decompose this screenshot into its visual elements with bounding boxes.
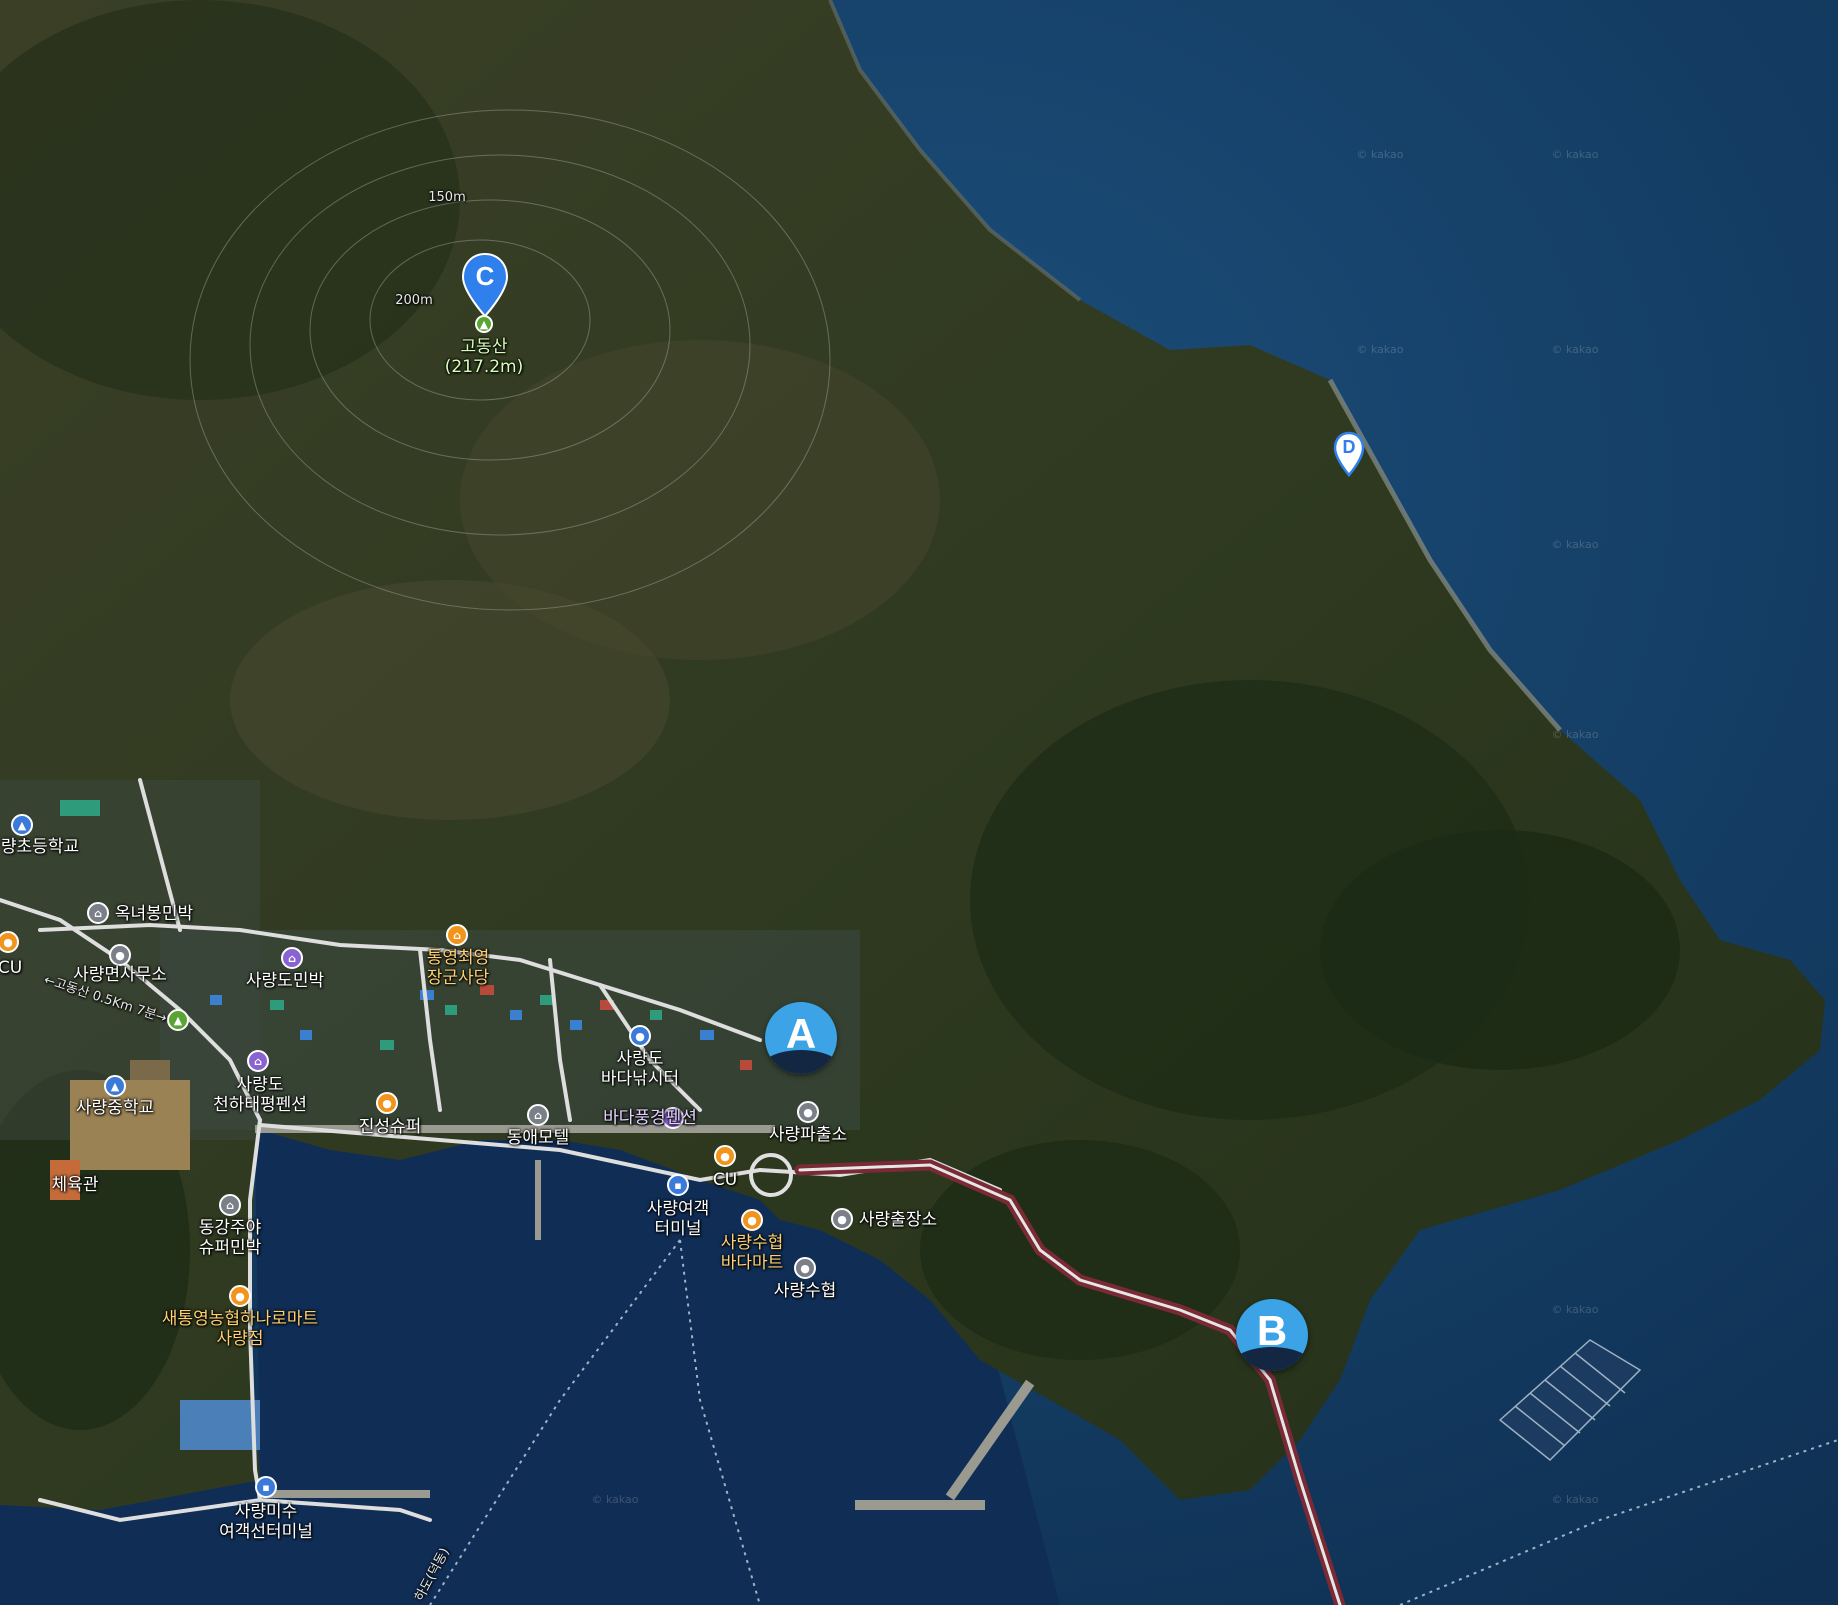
police-icon[interactable]: ●: [797, 1101, 819, 1123]
label-misu-terminal-1[interactable]: 사량미수: [235, 1502, 298, 1522]
lodging-icon[interactable]: ⌂: [87, 902, 109, 924]
office-icon[interactable]: ●: [109, 944, 131, 966]
label-tongyeong-shrine-1[interactable]: 통영최영: [427, 948, 490, 968]
label-tongyeong-shrine-2: 장군사당: [426, 968, 490, 988]
store-icon[interactable]: ●: [376, 1092, 398, 1114]
office-icon[interactable]: ●: [831, 1208, 853, 1230]
store-icon[interactable]: ●: [714, 1145, 736, 1167]
watermark: © kakao: [1551, 343, 1599, 356]
watermark: © kakao: [1551, 538, 1599, 551]
marker-d[interactable]: D: [1333, 431, 1365, 477]
label-heaven-pension-2: 천하태평펜션: [213, 1095, 307, 1115]
label-middle-school[interactable]: 사량중학교: [76, 1098, 154, 1118]
satellite-map[interactable]: [0, 0, 1838, 1605]
marker-a-letter: A: [785, 1010, 817, 1057]
school-icon[interactable]: ▲: [11, 814, 33, 836]
contour-label-150: 150m: [428, 190, 466, 205]
marker-c-letter: C: [475, 261, 495, 291]
marker-b[interactable]: B: [1236, 1299, 1308, 1371]
bus-terminal-icon[interactable]: ▪: [667, 1174, 689, 1196]
marker-b-letter: B: [1256, 1307, 1288, 1354]
label-jinseong-super[interactable]: 진성슈퍼: [359, 1117, 422, 1137]
store-icon[interactable]: ●: [229, 1285, 251, 1307]
lodging-icon[interactable]: ⌂: [247, 1050, 269, 1072]
label-sarangdo-minbak[interactable]: 사량도민박: [246, 971, 324, 991]
contour-label-200: 200m: [395, 293, 433, 308]
label-dongae-motel[interactable]: 동애모텔: [507, 1128, 570, 1148]
label-suhyup-mart-2: 바다마트: [720, 1253, 784, 1273]
label-donggang-1[interactable]: 동강주야: [199, 1218, 262, 1238]
store-icon[interactable]: ●: [741, 1209, 763, 1231]
watermark: © kakao: [1356, 343, 1404, 356]
label-cu-left[interactable]: CU: [0, 958, 22, 978]
label-elementary-school[interactable]: 량초등학교: [1, 837, 79, 857]
label-cu-center[interactable]: CU: [713, 1170, 737, 1190]
label-heaven-pension-1[interactable]: 사량도: [237, 1075, 284, 1095]
label-suhyup-mart-1[interactable]: 사량수협: [721, 1233, 784, 1253]
watermark: © kakao: [1551, 148, 1599, 161]
label-fishing-1[interactable]: 사량도: [617, 1049, 664, 1069]
school-icon[interactable]: ▲: [104, 1075, 126, 1097]
label-fishing-2: 바다낚시터: [600, 1069, 680, 1089]
label-suhyup[interactable]: 사량수협: [774, 1281, 837, 1301]
forest-patch: [920, 1140, 1240, 1360]
marker-c[interactable]: C: [461, 252, 509, 318]
label-police-box[interactable]: 사량파출소: [769, 1125, 847, 1145]
marker-d-letter: D: [1342, 437, 1356, 457]
lodging-icon[interactable]: ⌂: [281, 947, 303, 969]
trail-icon[interactable]: ▲: [167, 1009, 189, 1031]
label-nonghyup-mart-1[interactable]: 새통영농협하나로마트: [162, 1309, 318, 1329]
label-badapung-pension[interactable]: 바다풍경펜션: [603, 1108, 697, 1128]
forest-patch: [1320, 830, 1680, 1070]
watermark: © kakao: [1551, 728, 1599, 741]
forest-patch: [230, 580, 670, 820]
bus-terminal-icon[interactable]: ▪: [255, 1476, 277, 1498]
lodging-icon[interactable]: ⌂: [219, 1194, 241, 1216]
label-branch-office[interactable]: 사량출장소: [859, 1210, 937, 1230]
label-nonghyup-mart-2: 사량점: [216, 1329, 264, 1349]
label-gym[interactable]: 체육관: [52, 1175, 99, 1195]
watermark: © kakao: [1551, 1303, 1599, 1316]
watermark: © kakao: [1356, 148, 1404, 161]
label-donggang-2: 슈퍼민박: [198, 1238, 262, 1258]
peak-elevation: (217.2m): [444, 357, 524, 377]
label-myeon-office[interactable]: 사량면사무소: [73, 965, 167, 985]
bank-icon[interactable]: ●: [794, 1257, 816, 1279]
landmark-icon[interactable]: ⌂: [446, 924, 468, 946]
label-terminal-2: 터미널: [654, 1219, 702, 1239]
fishing-icon[interactable]: ●: [629, 1025, 651, 1047]
label-misu-terminal-2: 여객선터미널: [219, 1522, 313, 1542]
label-terminal-1[interactable]: 사량여객: [647, 1199, 710, 1219]
peak-name[interactable]: 고동산: [461, 337, 508, 357]
watermark: © kakao: [591, 1493, 639, 1506]
motel-icon[interactable]: ⌂: [527, 1104, 549, 1126]
label-okneobong-minbak[interactable]: 옥녀봉민박: [115, 904, 193, 924]
watermark: © kakao: [1551, 1493, 1599, 1506]
marker-a[interactable]: A: [765, 1002, 837, 1074]
